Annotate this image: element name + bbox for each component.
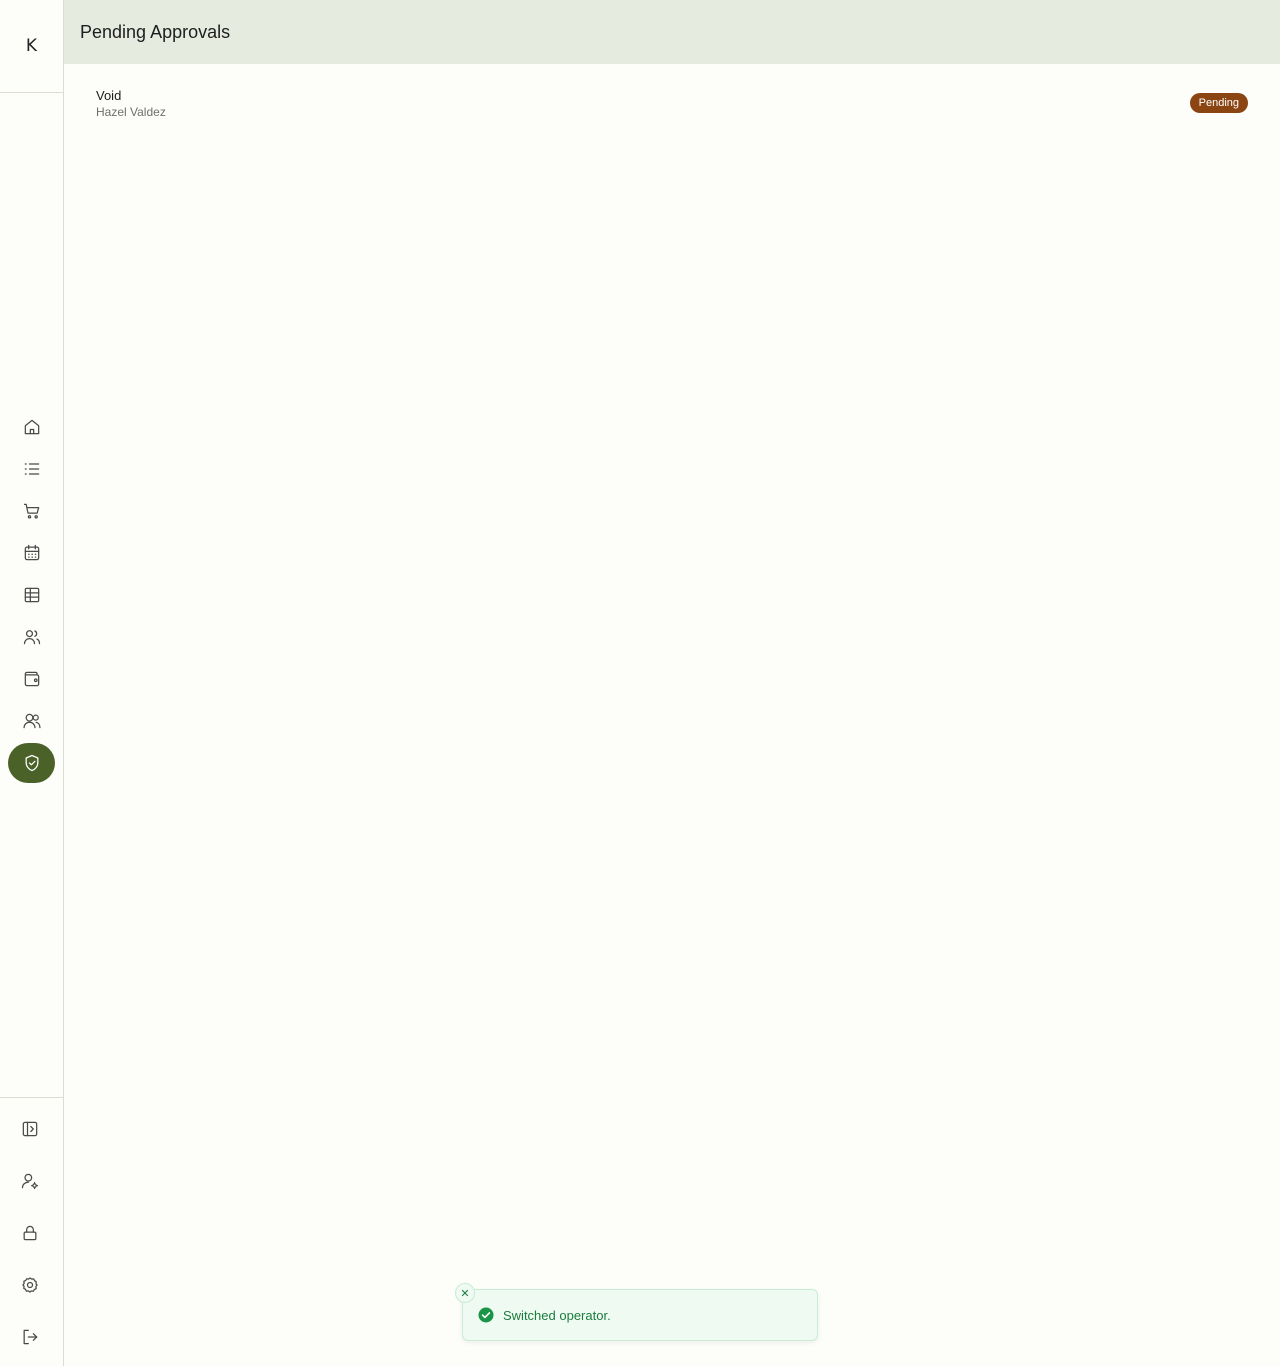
- sidebar-toggle-button[interactable]: [0, 1103, 60, 1155]
- gear-icon: [22, 1277, 38, 1293]
- sidebar-toggle-icon: [22, 1121, 38, 1137]
- approvals-list: Void Hazel Valdez Pending: [64, 64, 1280, 1366]
- bottom-nav: [0, 1097, 63, 1363]
- page-header: Pending Approvals: [64, 0, 1280, 64]
- wallet-icon: [24, 671, 39, 687]
- user-settings-icon: [21, 1173, 39, 1190]
- nav-calendar[interactable]: [0, 532, 63, 574]
- lock-button[interactable]: [0, 1207, 60, 1259]
- approval-item[interactable]: Void Hazel Valdez Pending: [96, 88, 1248, 120]
- list-icon: [24, 463, 39, 475]
- page-title: Pending Approvals: [80, 21, 231, 42]
- cart-icon: [23, 503, 39, 519]
- settings-button[interactable]: [0, 1259, 60, 1311]
- nav-list[interactable]: [0, 448, 63, 490]
- nav-team[interactable]: [0, 700, 63, 742]
- check-circle-icon: [478, 1307, 494, 1323]
- toast-message: Switched operator.: [503, 1307, 611, 1323]
- approval-requester: Hazel Valdez: [96, 105, 166, 119]
- sidebar: K: [0, 0, 64, 1366]
- user-settings-button[interactable]: [0, 1155, 60, 1207]
- status-badge: Pending: [1189, 93, 1248, 113]
- nav-users[interactable]: [0, 616, 63, 658]
- logout-icon: [23, 1329, 38, 1345]
- logout-button[interactable]: [0, 1311, 60, 1363]
- nav-wallet[interactable]: [0, 658, 63, 700]
- users-icon: [23, 630, 40, 645]
- lock-icon: [23, 1225, 37, 1241]
- calendar-icon: [24, 544, 39, 561]
- nav-approvals[interactable]: [0, 742, 63, 784]
- table-icon: [24, 587, 39, 603]
- nav-table[interactable]: [0, 574, 63, 616]
- shield-check-icon: [25, 754, 38, 772]
- home-icon: [24, 419, 39, 435]
- approval-title: Void: [96, 88, 122, 103]
- active-indicator: [8, 743, 55, 783]
- nav-cart[interactable]: [0, 490, 63, 532]
- toast-close-button[interactable]: ✕: [455, 1283, 475, 1303]
- app-logo[interactable]: K: [0, 0, 63, 93]
- nav-home[interactable]: [0, 406, 63, 448]
- team-icon: [22, 713, 41, 729]
- toast-notification: ✕ Switched operator.: [455, 1283, 818, 1341]
- main-nav: [0, 406, 63, 784]
